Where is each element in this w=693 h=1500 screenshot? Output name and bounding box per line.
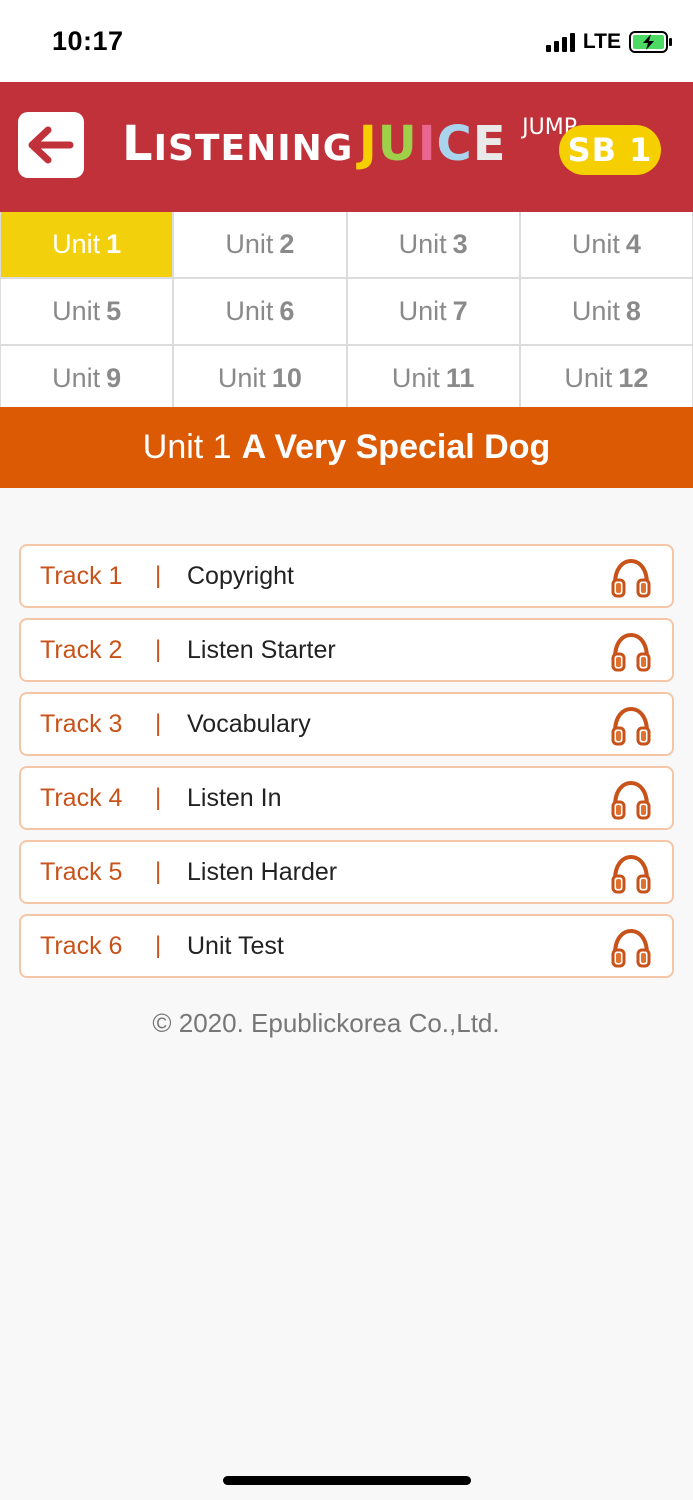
arrow-left-icon bbox=[28, 126, 74, 164]
unit-tab-prefix: Unit bbox=[52, 363, 101, 393]
logo-listening: LISTENING bbox=[122, 116, 354, 172]
track-separator: | bbox=[155, 932, 162, 959]
unit-tab-number: 10 bbox=[271, 363, 302, 393]
unit-tab-prefix: Unit bbox=[52, 229, 101, 259]
unit-tab-prefix: Unit bbox=[564, 363, 613, 393]
unit-tab-prefix: Unit bbox=[225, 229, 274, 259]
unit-tab-number: 8 bbox=[625, 296, 641, 326]
level-badge: SB 1 bbox=[559, 125, 661, 175]
unit-title-label: Unit 1 bbox=[142, 428, 232, 466]
network-label: LTE bbox=[582, 30, 621, 53]
status-indicators: LTE bbox=[545, 30, 672, 54]
back-button[interactable] bbox=[18, 112, 84, 178]
track-row-6[interactable]: Track 6 | Unit Test bbox=[19, 914, 674, 978]
track-separator: | bbox=[155, 562, 162, 589]
headphones-icon[interactable] bbox=[610, 780, 652, 820]
track-number: Track 5 bbox=[40, 857, 123, 886]
unit-tab-5[interactable]: Unit 5 bbox=[1, 279, 173, 344]
unit-tab-1[interactable]: Unit 1 bbox=[1, 212, 173, 277]
unit-tab-prefix: Unit bbox=[52, 296, 101, 326]
unit-tab-number: 11 bbox=[445, 363, 475, 393]
unit-tab-prefix: Unit bbox=[571, 296, 620, 326]
unit-tab-number: 3 bbox=[452, 229, 468, 259]
track-separator: | bbox=[155, 636, 162, 663]
unit-tab-11[interactable]: Unit 11 bbox=[347, 346, 519, 411]
unit-tab-prefix: Unit bbox=[217, 363, 266, 393]
copyright-text: © 2020. Epublickorea Co.,Ltd. bbox=[152, 1008, 500, 1038]
unit-tab-2[interactable]: Unit 2 bbox=[174, 212, 346, 277]
unit-tab-prefix: Unit bbox=[398, 229, 447, 259]
unit-tab-number: 12 bbox=[618, 363, 649, 393]
track-row-3[interactable]: Track 3 | Vocabulary bbox=[19, 692, 674, 756]
unit-tab-prefix: Unit bbox=[398, 296, 447, 326]
track-separator: | bbox=[155, 858, 162, 885]
headphones-icon[interactable] bbox=[610, 558, 652, 598]
status-time: 10:17 bbox=[52, 26, 124, 56]
logo-juice: JUICE bbox=[358, 116, 507, 172]
unit-title: A Very Special Dog bbox=[241, 428, 551, 466]
unit-tab-prefix: Unit bbox=[571, 229, 620, 259]
unit-tab-4[interactable]: Unit 4 bbox=[520, 212, 692, 277]
unit-tab-7[interactable]: Unit 7 bbox=[347, 279, 519, 344]
track-list: Track 1 | Copyright Track 2 | Listen Starter T… bbox=[19, 544, 674, 988]
track-name: Vocabulary bbox=[187, 709, 311, 738]
unit-tab-10[interactable]: Unit 10 bbox=[174, 346, 346, 411]
track-number: Track 2 bbox=[40, 635, 123, 664]
signal-icon bbox=[545, 32, 575, 52]
track-number: Track 3 bbox=[40, 709, 123, 738]
track-name: Listen In bbox=[187, 783, 282, 812]
unit-tab-number: 9 bbox=[106, 363, 122, 393]
app-header: LISTENING JUICE JUMP SB 1 bbox=[0, 82, 693, 212]
headphones-icon[interactable] bbox=[610, 632, 652, 672]
track-separator: | bbox=[155, 710, 162, 737]
app-logo: LISTENING JUICE JUMP bbox=[122, 115, 577, 180]
track-name: Listen Harder bbox=[187, 857, 338, 886]
unit-tab-prefix: Unit bbox=[225, 296, 274, 326]
unit-tab-number: 7 bbox=[452, 296, 468, 326]
unit-tab-3[interactable]: Unit 3 bbox=[347, 212, 519, 277]
unit-tab-number: 6 bbox=[279, 296, 295, 326]
unit-tab-number: 5 bbox=[106, 296, 122, 326]
headphones-icon[interactable] bbox=[610, 854, 652, 894]
headphones-icon[interactable] bbox=[610, 706, 652, 746]
headphones-icon[interactable] bbox=[610, 928, 652, 968]
battery-icon bbox=[629, 31, 672, 53]
unit-tab-number: 1 bbox=[106, 229, 122, 259]
track-name: Copyright bbox=[187, 561, 294, 590]
track-name: Unit Test bbox=[187, 931, 284, 960]
home-indicator[interactable] bbox=[223, 1476, 471, 1485]
unit-tab-number: 2 bbox=[279, 229, 295, 259]
unit-selector-grid: Unit 1 Unit 2 Unit 3 Unit 4 Unit 5 Unit 6 Unit 7 Unit 8… bbox=[0, 212, 693, 411]
track-number: Track 4 bbox=[40, 783, 123, 812]
track-number: Track 6 bbox=[40, 931, 123, 960]
unit-tab-8[interactable]: Unit 8 bbox=[520, 279, 692, 344]
status-bar: 10:17 LTE bbox=[0, 0, 693, 82]
track-number: Track 1 bbox=[40, 561, 123, 590]
track-separator: | bbox=[155, 784, 162, 811]
unit-tab-6[interactable]: Unit 6 bbox=[174, 279, 346, 344]
track-row-4[interactable]: Track 4 | Listen In bbox=[19, 766, 674, 830]
unit-tab-9[interactable]: Unit 9 bbox=[1, 346, 173, 411]
unit-tab-number: 4 bbox=[625, 229, 641, 259]
track-row-5[interactable]: Track 5 | Listen Harder bbox=[19, 840, 674, 904]
track-name: Listen Starter bbox=[187, 635, 336, 664]
unit-tab-prefix: Unit bbox=[391, 363, 440, 393]
track-row-1[interactable]: Track 1 | Copyright bbox=[19, 544, 674, 608]
unit-title-bar: Unit 1 A Very Special Dog bbox=[0, 407, 693, 488]
unit-tab-12[interactable]: Unit 12 bbox=[520, 346, 692, 411]
track-row-2[interactable]: Track 2 | Listen Starter bbox=[19, 618, 674, 682]
